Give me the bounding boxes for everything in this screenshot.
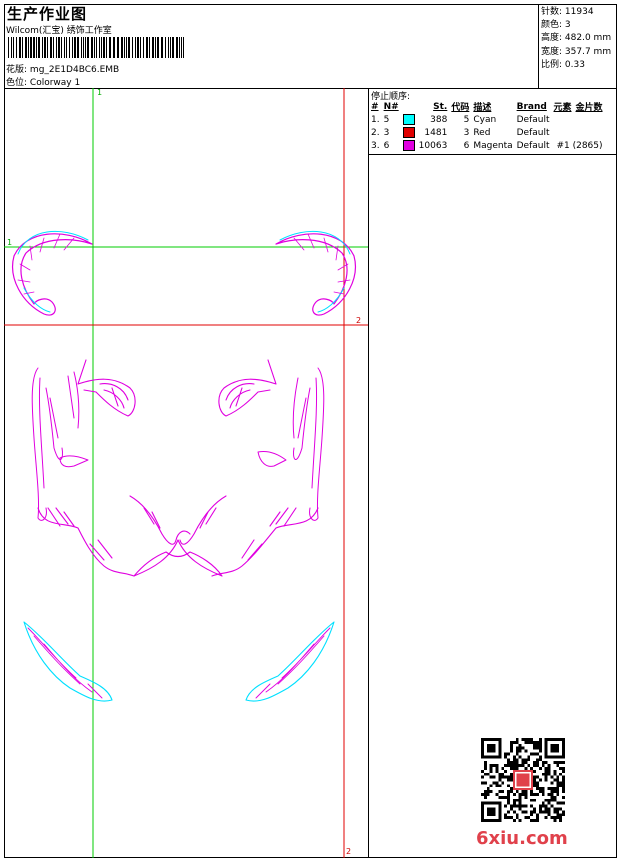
qr-code-image <box>481 738 565 822</box>
stats-panel: 针数: 11934 颜色: 3 高度: 482.0 mm 宽度: 357.7 m… <box>541 6 611 72</box>
info-column-divider <box>368 88 369 858</box>
colorway-value: Colorway 1 <box>29 78 81 88</box>
guide-marker: 2 <box>346 847 352 856</box>
colorway-label: 色位: <box>6 78 28 88</box>
left-ear-shape <box>12 230 93 316</box>
company-name: Wilcom(汇宝) 绣饰工作室 <box>6 26 112 36</box>
table-row: 2. 3 1481 3 Red Default <box>371 127 550 138</box>
left-cheek-stripes <box>31 367 89 521</box>
right-eye-shape <box>218 359 277 417</box>
watermark: 6xiu.com <box>476 828 568 849</box>
design-file: 花版: mg_2E1D4BC6.EMB <box>6 62 119 75</box>
color-swatch <box>402 114 415 125</box>
page-title: 生产作业图 <box>7 5 88 23</box>
table-row: 3. 6 10063 6 Magenta Default #1 (2865) <box>371 140 603 151</box>
barcode-image <box>8 37 184 58</box>
stat-row: 高度: 482.0 mm <box>541 33 612 44</box>
stat-row: 宽度: 357.7 mm <box>541 46 612 57</box>
left-eye-shape <box>77 359 136 417</box>
stat-row: 比例: 0.33 <box>541 59 585 70</box>
guide-marker: 1 <box>97 88 103 97</box>
stat-row: 针数: 11934 <box>541 7 594 17</box>
left-whisker-patch <box>23 621 113 702</box>
stat-row: 颜色: 3 <box>541 20 571 31</box>
guide-marker: 2 <box>356 316 362 325</box>
right-ear-shape <box>275 230 356 316</box>
design-label: 花版: <box>6 65 28 75</box>
stop-sequence-table: # N# St. 代码 描述 Brand 元素 金片数 1. 5 388 5 Cya… <box>371 101 603 151</box>
design-value: mg_2E1D4BC6.EMB <box>29 65 120 75</box>
table-row: 1. 5 388 5 Cyan Default <box>371 114 550 125</box>
color-swatch <box>402 140 415 151</box>
stats-divider <box>538 4 539 88</box>
sequence-bottom-rule <box>368 154 617 155</box>
embroidery-design-preview <box>4 88 368 858</box>
color-swatch <box>402 127 415 138</box>
colorway: 色位: Colorway 1 <box>6 75 80 88</box>
muzzle-shape <box>37 495 319 577</box>
right-whisker-patch <box>245 621 335 702</box>
guide-marker: 1 <box>7 238 13 247</box>
